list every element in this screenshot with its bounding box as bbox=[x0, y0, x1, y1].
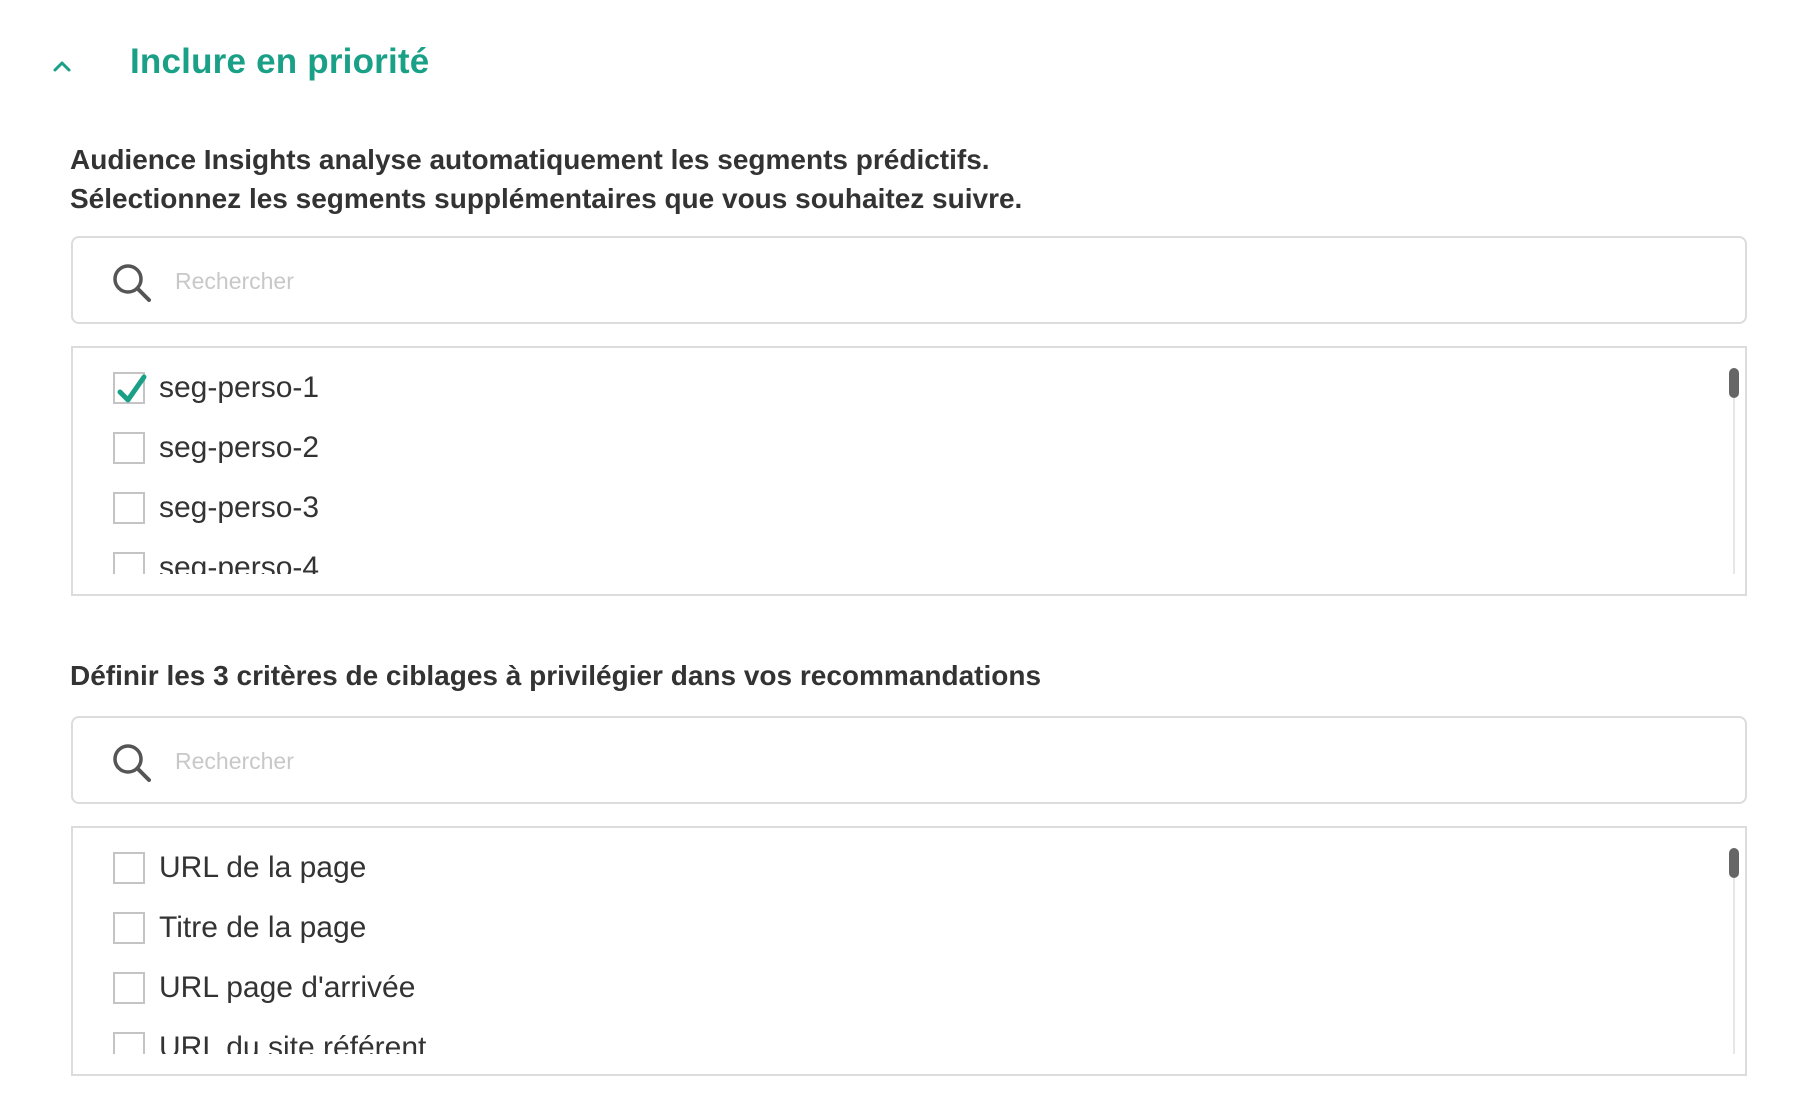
search-icon bbox=[113, 264, 151, 302]
description-line-2: Sélectionnez les segments supplémentaire… bbox=[70, 183, 1023, 214]
criteria-item-1[interactable]: URL de la page bbox=[113, 848, 366, 888]
checkbox[interactable] bbox=[113, 492, 145, 524]
criteria-label: Titre de la page bbox=[159, 911, 367, 944]
segment-item-2[interactable]: seg-perso-2 bbox=[113, 428, 319, 468]
checkbox[interactable] bbox=[113, 1032, 145, 1054]
check-icon bbox=[117, 374, 147, 403]
checkbox[interactable] bbox=[113, 972, 145, 1004]
criteria-item-4[interactable]: URL du site référent bbox=[113, 1028, 426, 1054]
segments-description: Audience Insights analyse automatiquemen… bbox=[70, 140, 1022, 218]
chevron-up-icon[interactable] bbox=[48, 52, 76, 80]
scrollbar-thumb[interactable] bbox=[1729, 848, 1739, 878]
segments-list[interactable]: seg-perso-1 seg-perso-2 seg-perso-3 seg-… bbox=[71, 346, 1747, 596]
criteria-list-viewport: URL de la page Titre de la page URL page… bbox=[73, 828, 1731, 1054]
criteria-label: URL page d'arrivée bbox=[159, 971, 416, 1004]
segment-label: seg-perso-3 bbox=[159, 491, 320, 524]
section-header: Inclure en priorité bbox=[0, 0, 1808, 120]
segment-label: seg-perso-1 bbox=[159, 371, 320, 404]
criteria-search-box bbox=[71, 716, 1747, 804]
segment-item-4[interactable]: seg-perso-4 bbox=[113, 548, 319, 574]
description-line-1: Audience Insights analyse automatiquemen… bbox=[70, 144, 990, 175]
segments-list-viewport: seg-perso-1 seg-perso-2 seg-perso-3 seg-… bbox=[73, 348, 1731, 574]
checkbox[interactable] bbox=[113, 912, 145, 944]
checkbox[interactable] bbox=[113, 552, 145, 574]
segment-item-1[interactable]: seg-perso-1 bbox=[113, 368, 319, 408]
criteria-label: URL de la page bbox=[159, 851, 367, 884]
scrollbar-track[interactable] bbox=[1733, 368, 1735, 574]
scrollbar-thumb[interactable] bbox=[1729, 368, 1739, 398]
checkbox[interactable] bbox=[113, 852, 145, 884]
segment-label: seg-perso-4 bbox=[159, 551, 320, 574]
criteria-label: URL du site référent bbox=[159, 1031, 427, 1054]
segments-search-box bbox=[71, 236, 1747, 324]
scrollbar-track[interactable] bbox=[1733, 848, 1735, 1054]
criteria-item-2[interactable]: Titre de la page bbox=[113, 908, 366, 948]
segments-search-input[interactable] bbox=[173, 258, 1677, 304]
segment-item-3[interactable]: seg-perso-3 bbox=[113, 488, 319, 528]
criteria-item-3[interactable]: URL page d'arrivée bbox=[113, 968, 415, 1008]
segment-label: seg-perso-2 bbox=[159, 431, 320, 464]
search-icon bbox=[113, 744, 151, 782]
criteria-list[interactable]: URL de la page Titre de la page URL page… bbox=[71, 826, 1747, 1076]
criteria-search-input[interactable] bbox=[173, 738, 1677, 784]
section-title[interactable]: Inclure en priorité bbox=[130, 42, 429, 82]
checkbox-checked[interactable] bbox=[113, 372, 147, 404]
criteria-title: Définir les 3 critères de ciblages à pri… bbox=[70, 660, 1042, 691]
checkbox[interactable] bbox=[113, 432, 145, 464]
